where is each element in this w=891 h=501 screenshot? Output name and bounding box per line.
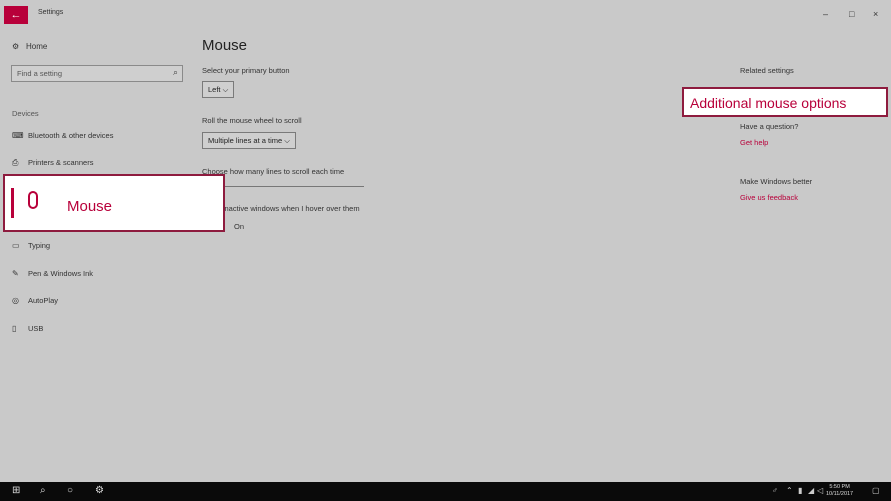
sidebar-item-label: USB <box>28 324 44 333</box>
primary-button-dropdown[interactable]: Left ⌵ <box>202 81 235 98</box>
notification-icon[interactable]: ▢ <box>872 486 880 495</box>
callout-mouse-label: Mouse <box>67 198 113 215</box>
search-icon: ⌕ <box>172 67 178 77</box>
sidebar-item-label: AutoPlay <box>28 296 59 305</box>
mouse-callout[interactable]: Mouse <box>3 174 225 232</box>
mouse-icon <box>28 191 38 209</box>
sidebar-item-usb[interactable]: ▯ USB <box>12 324 43 333</box>
bluetooth-devices-icon: ⌨ <box>12 131 24 140</box>
scroll-label: Roll the mouse wheel to scroll <box>202 116 302 125</box>
home-gear-icon: ⚙ <box>12 42 20 51</box>
question-heading: Have a question? <box>740 122 799 131</box>
inactive-scroll-label: Scroll inactive windows when I hover ove… <box>202 204 360 213</box>
sidebar-item-home[interactable]: ⚙ Home <box>12 42 47 51</box>
chevron-down-icon: ⌵ <box>284 136 290 145</box>
sidebar-item-label: Printers & scanners <box>28 158 94 167</box>
search-input[interactable]: Find a setting ⌕ <box>11 65 183 82</box>
search-placeholder: Find a setting <box>17 69 63 78</box>
sidebar-item-label: Pen & Windows Ink <box>28 269 94 278</box>
scroll-dropdown[interactable]: Multiple lines at a time ⌵ <box>202 132 296 149</box>
primary-button-label: Select your primary button <box>202 66 290 75</box>
page-title: Mouse <box>202 37 248 54</box>
additional-mouse-options-callout[interactable]: Additional mouse options <box>682 87 888 117</box>
settings-gear-icon[interactable]: ⚙ <box>95 485 104 496</box>
search-icon[interactable]: ⌕ <box>40 485 46 496</box>
inactive-scroll-toggle[interactable]: On <box>234 222 244 231</box>
keyboard-icon: ▭ <box>12 241 20 250</box>
clock[interactable]: 5:50 PM 10/11/2017 <box>826 484 853 498</box>
related-settings-heading: Related settings <box>740 66 794 75</box>
sidebar-item-label: Typing <box>28 241 51 250</box>
sidebar: ⚙ Home Find a setting ⌕ Devices ⌨ Bluetoot… <box>0 30 190 482</box>
volume-icon[interactable]: ◁ <box>817 486 823 495</box>
feedback-link[interactable]: Give us feedback <box>740 193 798 202</box>
people-icon[interactable]: ♂ <box>772 486 778 495</box>
sidebar-item-bluetooth[interactable]: ⌨ Bluetooth & other devices <box>12 131 113 140</box>
scroll-value: Multiple lines at a time <box>208 136 283 145</box>
task-view-icon[interactable]: ○ <box>67 485 73 496</box>
primary-button-value: Left <box>208 85 221 94</box>
clock-time: 5:50 PM <box>829 484 850 490</box>
make-better-heading: Make Windows better <box>740 177 813 186</box>
taskbar: ⊞ ⌕ ○ ⚙ ♂ ⌃ ▮ ◢ ◁ 5:50 PM 10/11/2017 ▢ <box>0 482 891 501</box>
windows-start-icon[interactable]: ⊞ <box>12 485 20 496</box>
chevron-down-icon: ⌵ <box>222 85 229 94</box>
window-title: Settings <box>38 9 64 16</box>
back-button[interactable]: ← <box>4 6 28 24</box>
sidebar-item-autoplay[interactable]: ◎ AutoPlay <box>12 296 58 305</box>
autoplay-icon: ◎ <box>12 296 19 305</box>
sidebar-item-pen[interactable]: ✎ Pen & Windows Ink <box>12 269 93 278</box>
minimize-button[interactable]: – <box>823 9 828 19</box>
sidebar-item-printers[interactable]: ⎙ Printers & scanners <box>12 158 93 168</box>
pen-icon: ✎ <box>12 269 19 278</box>
battery-icon[interactable]: ▮ <box>798 486 802 495</box>
network-icon[interactable]: ◢ <box>808 486 814 495</box>
lines-slider[interactable] <box>202 186 364 187</box>
chevron-up-icon[interactable]: ⌃ <box>786 486 793 495</box>
additional-mouse-options-link[interactable]: Additional mouse options <box>690 95 846 111</box>
clock-date: 10/11/2017 <box>826 491 854 497</box>
title-bar: ← Settings – □ × <box>0 0 891 30</box>
maximize-button[interactable]: □ <box>849 9 854 19</box>
printer-icon: ⎙ <box>12 158 19 167</box>
sidebar-item-typing[interactable]: ▭ Typing <box>12 241 50 250</box>
close-button[interactable]: × <box>873 9 878 19</box>
home-label: Home <box>26 42 48 51</box>
usb-icon: ▯ <box>12 324 17 333</box>
get-help-link[interactable]: Get help <box>740 138 768 147</box>
sidebar-item-label: Bluetooth & other devices <box>28 131 114 140</box>
selection-indicator <box>11 188 14 218</box>
section-heading: Devices <box>12 109 39 118</box>
